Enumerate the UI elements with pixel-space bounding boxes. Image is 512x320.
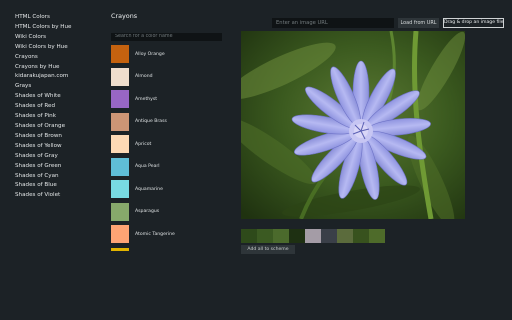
swatch-row[interactable]: Alloy Orange: [111, 43, 222, 66]
swatch-name: Atomic Tangerine: [135, 231, 175, 237]
palette-swatch[interactable]: [337, 229, 353, 243]
color-swatch[interactable]: [111, 225, 129, 244]
load-from-url-button[interactable]: Load from URL: [398, 18, 439, 28]
swatch-name: Aquamarine: [135, 186, 163, 192]
color-swatch[interactable]: [111, 67, 129, 86]
nav-item[interactable]: Shades of Brown: [15, 132, 100, 142]
nav-item[interactable]: Crayons: [15, 53, 100, 63]
swatch-row[interactable]: Atomic Tangerine: [111, 223, 222, 245]
swatch-row[interactable]: Aquamarine: [111, 178, 222, 201]
crayon-swatch-list[interactable]: Alloy Orange Almond Amethyst Antique Brass A…: [111, 43, 222, 245]
nav-item[interactable]: Shades of Violet: [15, 191, 100, 201]
nav-item[interactable]: Shades of Gray: [15, 152, 100, 162]
color-swatch[interactable]: [111, 157, 129, 176]
extracted-palette: [241, 229, 385, 243]
nav-item[interactable]: Grays: [15, 82, 100, 92]
image-url-input[interactable]: [272, 18, 394, 28]
nav-item[interactable]: Shades of Green: [15, 162, 100, 172]
swatch-name: Apricot: [135, 141, 152, 147]
palette-swatch[interactable]: [257, 229, 273, 243]
palette-swatch[interactable]: [241, 229, 257, 243]
nav-item[interactable]: Wiki Colors: [15, 33, 100, 43]
swatch-name: Alloy Orange: [135, 51, 165, 57]
nav-item[interactable]: Wiki Colors by Hue: [15, 43, 100, 53]
nav-item[interactable]: Shades of Orange: [15, 122, 100, 132]
add-all-to-scheme-button[interactable]: Add all to scheme: [241, 245, 295, 254]
nav-item[interactable]: Shades of Yellow: [15, 142, 100, 152]
color-search-input[interactable]: [111, 32, 222, 41]
nav-item[interactable]: HTML Colors by Hue: [15, 23, 100, 33]
nav-item[interactable]: Shades of White: [15, 92, 100, 102]
swatch-row[interactable]: Antique Brass: [111, 111, 222, 134]
nav-item[interactable]: HTML Colors: [15, 13, 100, 23]
swatch-row[interactable]: Almond: [111, 66, 222, 89]
swatch-name: Amethyst: [135, 96, 158, 102]
swatch-row[interactable]: Asparagus: [111, 201, 222, 224]
palette-swatch[interactable]: [289, 229, 305, 243]
color-swatch[interactable]: [111, 90, 129, 109]
palette-swatch[interactable]: [273, 229, 289, 243]
swatch-row[interactable]: Aqua Pearl: [111, 156, 222, 179]
chicory-flower-photo: [241, 31, 465, 219]
crayons-title: Crayons: [111, 12, 138, 20]
next-swatch-peek: [111, 248, 129, 251]
swatch-name: Antique Brass: [135, 119, 167, 125]
nav-item[interactable]: Shades of Blue: [15, 181, 100, 191]
drag-drop-image-button[interactable]: Drag & drop an image file: [443, 18, 504, 28]
swatch-name: Almond: [135, 74, 153, 80]
nav-item[interactable]: kidarakujapan.com: [15, 72, 100, 82]
palette-swatch[interactable]: [353, 229, 369, 243]
color-swatch[interactable]: [111, 135, 129, 154]
nav-item[interactable]: Shades of Red: [15, 102, 100, 112]
source-image[interactable]: [241, 31, 465, 219]
swatch-name: Aqua Pearl: [135, 164, 160, 170]
palette-swatch[interactable]: [305, 229, 321, 243]
color-swatch[interactable]: [111, 112, 129, 131]
color-swatch[interactable]: [111, 202, 129, 221]
palette-swatch[interactable]: [369, 229, 385, 243]
color-swatch[interactable]: [111, 180, 129, 199]
swatch-row[interactable]: Apricot: [111, 133, 222, 156]
nav-item[interactable]: Shades of Pink: [15, 112, 100, 122]
color-swatch[interactable]: [111, 45, 129, 64]
swatch-row[interactable]: Amethyst: [111, 88, 222, 111]
color-list-nav: HTML Colors HTML Colors by Hue Wiki Colors…: [15, 13, 100, 201]
nav-item[interactable]: Crayons by Hue: [15, 63, 100, 73]
nav-item[interactable]: Shades of Cyan: [15, 172, 100, 182]
palette-swatch[interactable]: [321, 229, 337, 243]
swatch-name: Asparagus: [135, 209, 160, 215]
crayons-panel: Crayons Alloy Orange Almond Amethyst Antiqu…: [111, 12, 222, 251]
